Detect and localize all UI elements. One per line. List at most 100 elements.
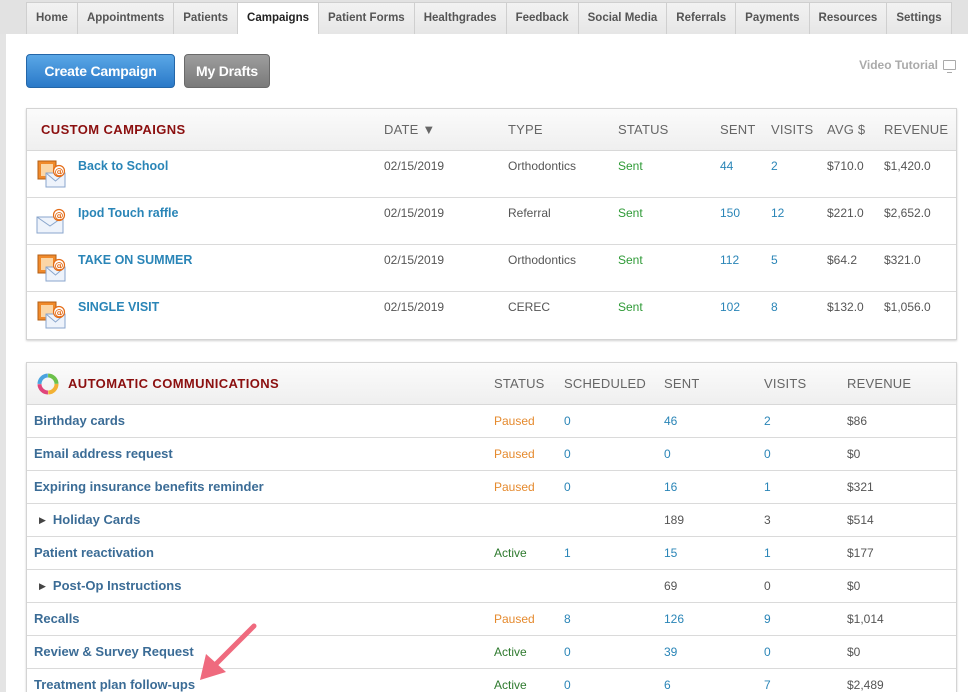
communication-scheduled-count[interactable]: 0 <box>564 414 571 428</box>
campaign-sent-count[interactable]: 102 <box>720 300 740 314</box>
communication-name: Recalls <box>34 611 80 626</box>
communication-scheduled-count[interactable]: 0 <box>564 480 571 494</box>
automatic-communications-list: Birthday cards Paused 0 46 2 $86 Email address… <box>27 405 956 692</box>
communication-name-link[interactable]: Expiring insurance benefits reminder <box>34 479 264 494</box>
communication-sent-count[interactable]: 39 <box>664 645 677 659</box>
column-revenue: REVENUE <box>884 122 949 137</box>
column-sent: SENT <box>720 122 756 137</box>
tab-resources[interactable]: Resources <box>808 2 887 34</box>
communication-sent-count[interactable]: 126 <box>664 612 684 626</box>
campaign-visits-count[interactable]: 8 <box>771 300 778 314</box>
communication-row: Patient reactivation Active 1 15 1 $177 <box>27 537 956 570</box>
communication-scheduled-count[interactable]: 1 <box>564 546 571 560</box>
campaign-date: 02/15/2019 <box>384 253 445 267</box>
auto-column-visits: VISITS <box>764 376 807 391</box>
campaign-visits-count[interactable]: 2 <box>771 159 778 173</box>
tab-social-media[interactable]: Social Media <box>577 2 667 34</box>
campaign-visits-count[interactable]: 12 <box>771 206 784 220</box>
custom-campaigns-title: CUSTOM CAMPAIGNS <box>41 122 186 137</box>
tab-payments[interactable]: Payments <box>735 2 809 34</box>
communication-status[interactable]: Active <box>494 546 527 560</box>
communication-visits-count[interactable]: 1 <box>764 546 771 560</box>
communication-status[interactable]: Paused <box>494 447 535 461</box>
communication-status[interactable]: Active <box>494 678 527 692</box>
communication-status[interactable]: Paused <box>494 480 535 494</box>
communication-sent-count[interactable]: 15 <box>664 546 677 560</box>
communication-status[interactable]: Paused <box>494 612 535 626</box>
my-drafts-button[interactable]: My Drafts <box>184 54 270 88</box>
communication-sent-count: 189 <box>664 513 685 527</box>
campaign-avg: $132.0 <box>827 300 864 314</box>
tab-settings[interactable]: Settings <box>886 2 952 34</box>
campaign-name-link[interactable]: Back to School <box>78 159 168 173</box>
campaign-row: @ Ipod Touch raffle 02/15/2019 Referral Sent… <box>27 198 956 245</box>
tab-home[interactable]: Home <box>26 2 77 34</box>
communication-visits-count[interactable]: 0 <box>764 645 771 659</box>
communication-visits-count: 3 <box>764 513 771 527</box>
communication-scheduled-count[interactable]: 0 <box>564 678 571 692</box>
communication-name-link[interactable]: Email address request <box>34 446 173 461</box>
communication-status[interactable]: Active <box>494 645 527 659</box>
campaign-name-link[interactable]: SINGLE VISIT <box>78 300 159 314</box>
campaign-sent-count[interactable]: 112 <box>720 253 739 267</box>
column-type: TYPE <box>508 122 543 137</box>
communication-visits-count[interactable]: 0 <box>764 447 771 461</box>
campaign-name-link[interactable]: Ipod Touch raffle <box>78 206 178 220</box>
communication-name-link[interactable]: Birthday cards <box>34 413 125 428</box>
tab-feedback[interactable]: Feedback <box>505 2 578 34</box>
video-tutorial-link[interactable]: Video Tutorial <box>859 58 956 73</box>
communication-status[interactable]: Paused <box>494 414 535 428</box>
campaign-type: Referral <box>508 206 551 220</box>
communication-sent-count: 69 <box>664 579 678 593</box>
communication-sent-count[interactable]: 6 <box>664 678 671 692</box>
communication-row: ▶ Post-Op Instructions 69 0 $0 <box>27 570 956 603</box>
campaign-status: Sent <box>618 159 643 173</box>
communication-visits-count[interactable]: 7 <box>764 678 771 692</box>
tab-campaigns[interactable]: Campaigns <box>237 2 319 35</box>
communication-sent-count[interactable]: 16 <box>664 480 677 494</box>
communication-name-link[interactable]: Patient reactivation <box>34 545 154 560</box>
communication-name-link[interactable]: Recalls <box>34 611 80 626</box>
communication-name-link[interactable]: Treatment plan follow-ups <box>34 677 195 692</box>
tab-patient-forms[interactable]: Patient Forms <box>318 2 414 34</box>
communication-scheduled-count[interactable]: 0 <box>564 645 571 659</box>
communication-sent-count[interactable]: 46 <box>664 414 677 428</box>
svg-text:@: @ <box>55 309 64 319</box>
expand-arrow-icon[interactable]: ▶ <box>39 515 46 526</box>
auto-column-revenue: REVENUE <box>847 376 912 391</box>
campaign-sent-count[interactable]: 150 <box>720 206 740 220</box>
column-status: STATUS <box>618 122 669 137</box>
communication-scheduled-count[interactable]: 8 <box>564 612 571 626</box>
campaign-revenue: $321.0 <box>884 253 921 267</box>
tab-patients[interactable]: Patients <box>173 2 238 34</box>
communication-revenue: $0 <box>847 447 861 461</box>
communication-name-link[interactable]: ▶ Post-Op Instructions <box>39 578 181 593</box>
communication-revenue: $0 <box>847 579 861 593</box>
communication-name-link[interactable]: Review & Survey Request <box>34 644 194 659</box>
communication-visits-count[interactable]: 9 <box>764 612 771 626</box>
communication-name-link[interactable]: ▶ Holiday Cards <box>39 512 140 527</box>
communication-row: Email address request Paused 0 0 0 $0 <box>27 438 956 471</box>
tab-appointments[interactable]: Appointments <box>76 2 174 34</box>
campaign-visits-count[interactable]: 5 <box>771 253 778 267</box>
communication-visits-count[interactable]: 1 <box>764 480 771 494</box>
svg-text:@: @ <box>55 168 64 178</box>
communication-revenue: $2,489 <box>847 678 884 692</box>
campaign-avg: $64.2 <box>827 253 858 267</box>
column-date-sort[interactable]: DATE ▼ <box>384 109 435 151</box>
communication-visits-count[interactable]: 2 <box>764 414 771 428</box>
automatic-communications-header: AUTOMATIC COMMUNICATIONS STATUS SCHEDULE… <box>27 363 956 405</box>
campaign-sent-count[interactable]: 44 <box>720 159 733 173</box>
monitor-icon <box>943 60 956 73</box>
campaign-name-link[interactable]: TAKE ON SUMMER <box>78 253 192 267</box>
tab-healthgrades[interactable]: Healthgrades <box>413 2 506 34</box>
communication-scheduled-count[interactable]: 0 <box>564 447 571 461</box>
communication-sent-count[interactable]: 0 <box>664 447 671 461</box>
communication-visits-count: 0 <box>764 579 771 593</box>
tab-referrals[interactable]: Referrals <box>666 2 736 34</box>
communication-name: Review & Survey Request <box>34 644 194 659</box>
campaign-row: @ TAKE ON SUMMER 02/15/2019 Orthodontics Sen… <box>27 245 956 292</box>
expand-arrow-icon[interactable]: ▶ <box>39 581 46 592</box>
create-campaign-button[interactable]: Create Campaign <box>26 54 175 88</box>
campaign-status: Sent <box>618 253 643 267</box>
